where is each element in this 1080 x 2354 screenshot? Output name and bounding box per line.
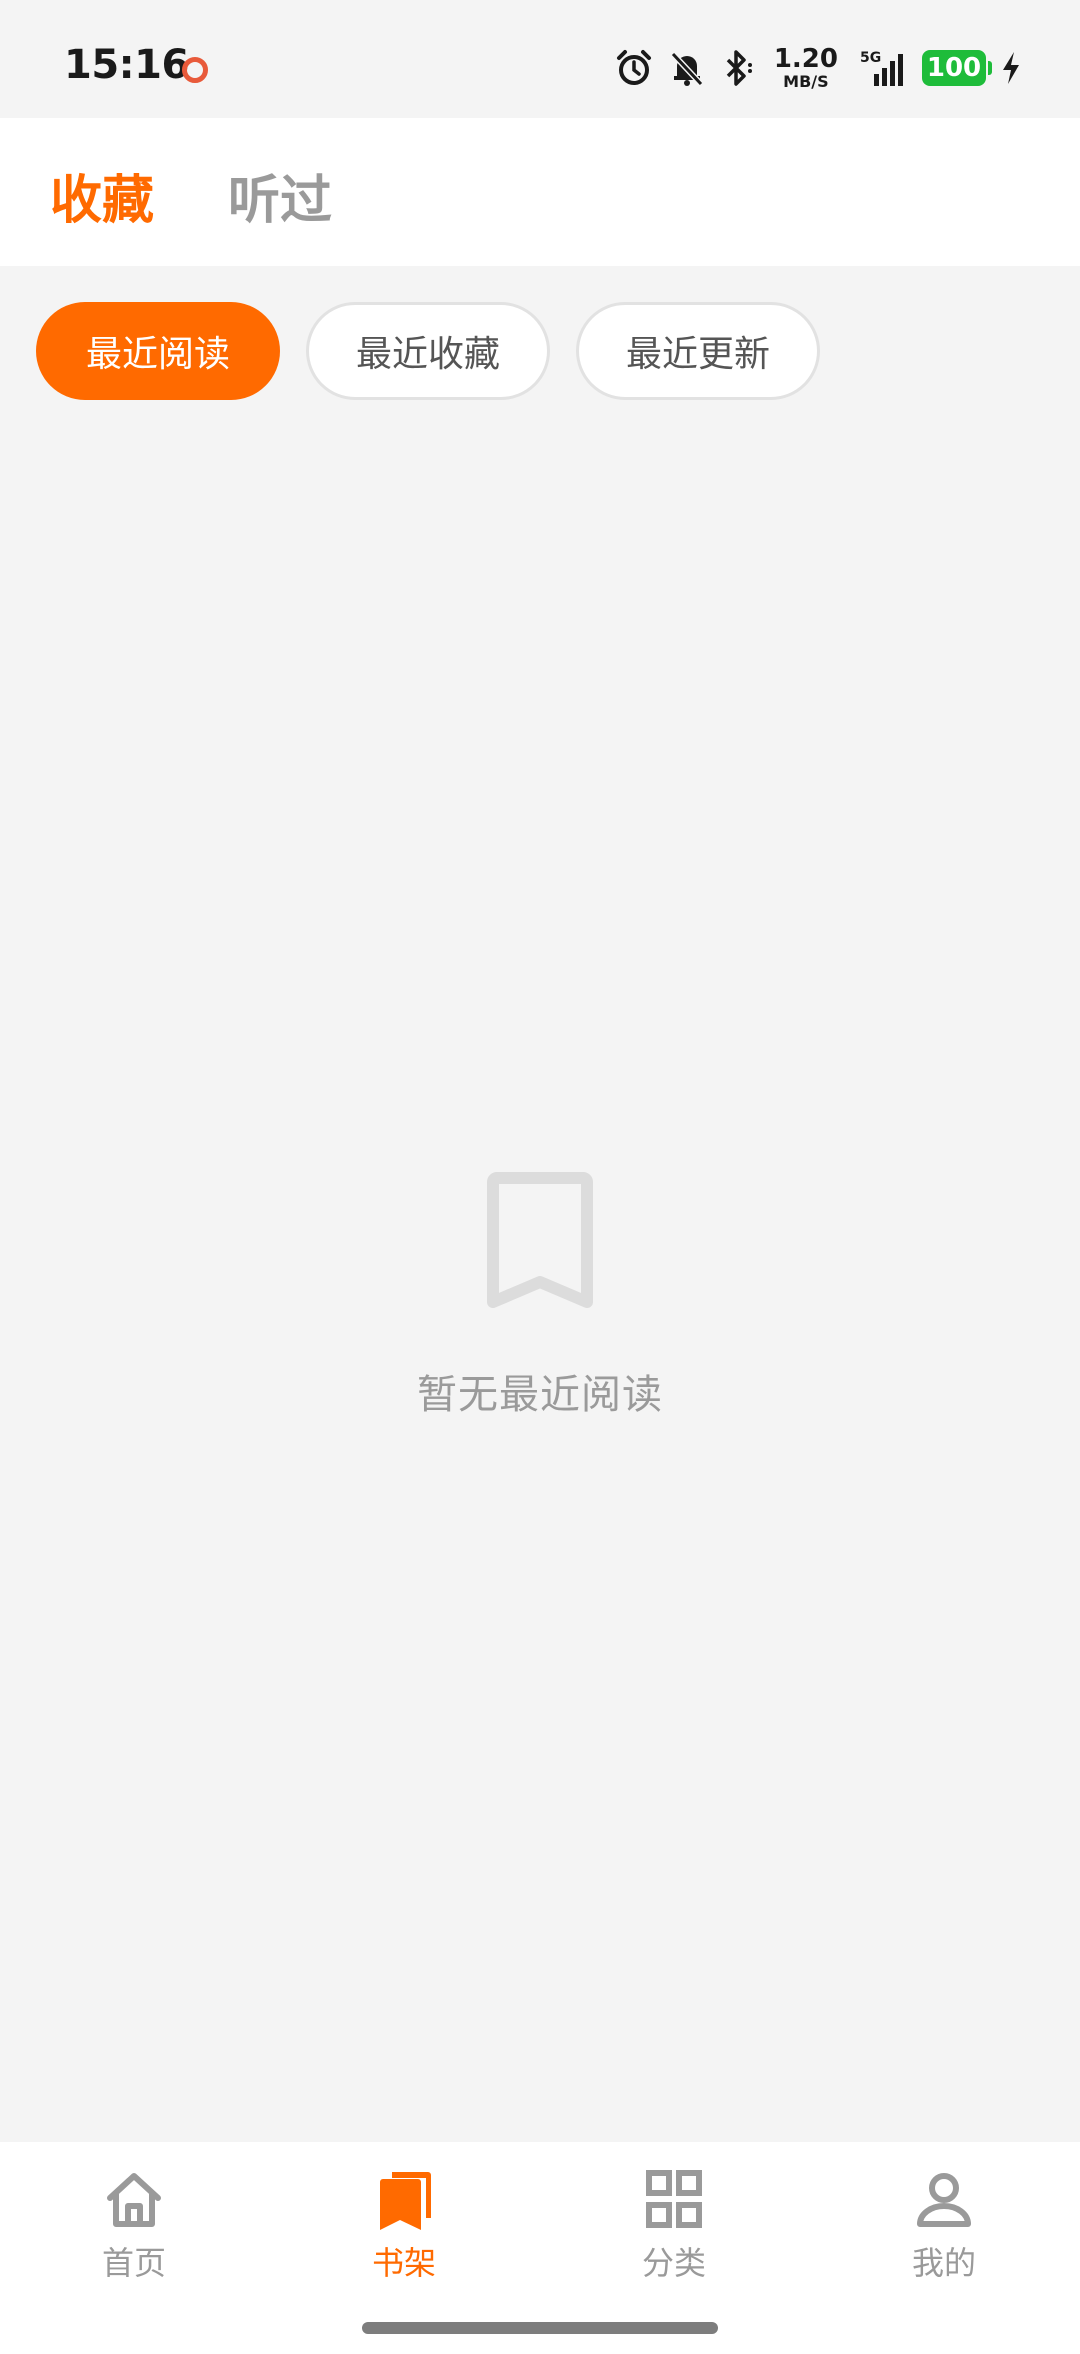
nav-label-home: 首页	[101, 2244, 166, 2282]
network-speed-value: 1.20	[773, 44, 838, 74]
signal-icon: 5G	[860, 50, 903, 86]
bell-muted-icon	[670, 51, 704, 87]
status-time: 15:16	[64, 42, 189, 88]
chip-recent-favorites[interactable]: 最近收藏	[306, 302, 550, 400]
home-indicator[interactable]	[362, 2322, 718, 2334]
bluetooth-icon	[726, 50, 752, 86]
app-notification-icon	[182, 57, 208, 83]
network-speed-unit: MB/S	[783, 72, 829, 91]
nav-item-profile[interactable]: 我的	[844, 2168, 1044, 2284]
charging-icon	[1003, 52, 1019, 84]
grid-icon	[646, 2170, 702, 2228]
empty-state: 暂无最近阅读	[0, 1172, 1080, 1420]
bookshelf-icon	[380, 2172, 431, 2230]
tab-favorites[interactable]: 收藏	[50, 158, 154, 233]
empty-state-message: 暂无最近阅读	[417, 1372, 663, 1418]
chip-recent-updates[interactable]: 最近更新	[576, 302, 820, 400]
nav-label-category: 分类	[641, 2244, 706, 2282]
battery-indicator: 100	[922, 50, 992, 86]
filter-chips: 最近阅读 最近收藏 最近更新	[36, 302, 820, 400]
chip-recent-read[interactable]: 最近阅读	[36, 302, 280, 400]
status-bar: 15:16 1.20 MB/S 5G 100	[0, 0, 1080, 118]
nav-item-category[interactable]: 分类	[574, 2168, 774, 2284]
status-icons: 1.20 MB/S 5G 100	[614, 46, 1022, 90]
nav-item-home[interactable]: 首页	[34, 2168, 234, 2284]
home-icon	[107, 2173, 161, 2227]
bookmark-icon	[487, 1172, 593, 1308]
nav-label-bookshelf: 书架	[371, 2244, 436, 2282]
alarm-icon	[616, 50, 651, 85]
nav-item-bookshelf[interactable]: 书架	[304, 2168, 504, 2284]
tab-listened[interactable]: 听过	[228, 158, 332, 233]
nav-label-profile: 我的	[911, 2244, 976, 2282]
signal-label: 5G	[860, 50, 881, 66]
top-tab-header: 收藏 听过	[0, 118, 1080, 266]
network-speed: 1.20 MB/S	[774, 46, 838, 90]
user-icon	[917, 2173, 971, 2227]
